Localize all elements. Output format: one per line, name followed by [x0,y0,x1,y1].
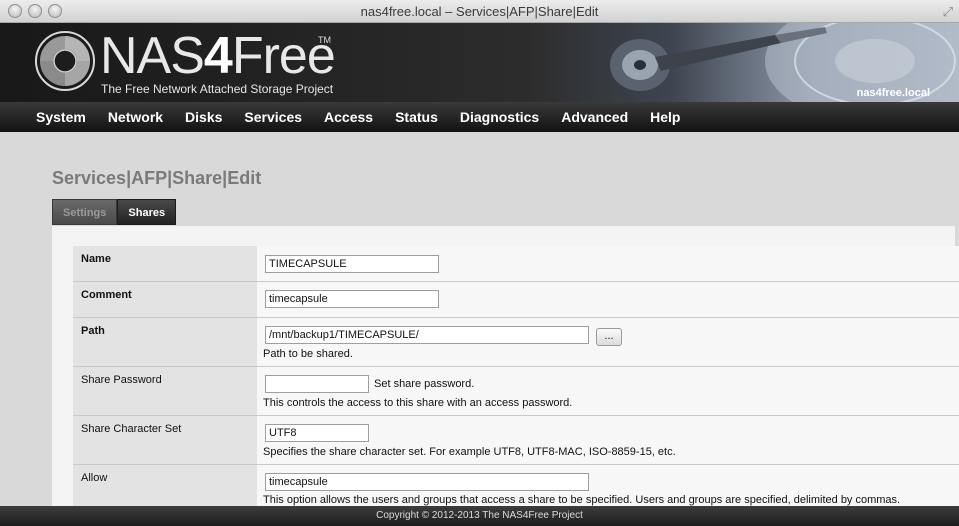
share-password-hint: Set share password. [374,378,475,390]
content-area: Services|AFP|Share|Edit Settings Shares … [0,132,959,506]
allow-label: Allow [73,465,257,506]
nav-disks[interactable]: Disks [185,109,222,125]
hostname-label: nas4free.local [856,87,930,99]
form-row-comment: Comment [73,282,959,318]
form-panel: Name Comment Path ... Path to be shared.… [52,226,959,506]
share-charset-label: Share Character Set [73,416,257,464]
comment-label: Comment [73,282,257,317]
name-input[interactable] [265,255,439,273]
form-row-allow: Allow This option allows the users and g… [73,465,959,506]
logo-trademark: TM [318,35,331,45]
header-banner: NAS4Free TM The Free Network Attached St… [0,23,959,102]
nav-system[interactable]: System [36,109,86,125]
nav-help[interactable]: Help [650,109,680,125]
allow-input[interactable] [265,473,589,491]
tab-bar: Settings Shares [52,199,177,225]
page-title: Services|AFP|Share|Edit [52,168,262,188]
fullscreen-icon[interactable]: ⤢ [943,4,953,20]
window-titlebar: nas4free.local – Services|AFP|Share|Edit… [0,0,959,23]
form-row-path: Path ... Path to be shared. [73,318,959,367]
share-password-input[interactable] [265,375,369,393]
browse-path-button[interactable]: ... [596,328,622,346]
form-row-share-password: Share Password Set share password. This … [73,367,959,416]
path-description: Path to be shared. [263,348,353,360]
tab-settings[interactable]: Settings [52,199,118,225]
comment-input[interactable] [265,290,439,308]
allow-description: This option allows the users and groups … [263,494,901,506]
name-label: Name [73,246,257,281]
footer-copyright: Copyright © 2012-2013 The NAS4Free Proje… [0,506,959,526]
logo-wordmark: NAS4Free [100,27,336,85]
tab-shares[interactable]: Shares [117,199,177,225]
nav-diagnostics[interactable]: Diagnostics [460,109,539,125]
nav-status[interactable]: Status [395,109,438,125]
share-charset-description: Specifies the share character set. For e… [263,446,676,458]
nav-services[interactable]: Services [244,109,302,125]
share-password-description: This controls the access to this share w… [263,397,573,409]
tagline: The Free Network Attached Storage Projec… [101,82,334,96]
path-input[interactable] [265,326,589,344]
form-row-name: Name [73,246,959,282]
nav-advanced[interactable]: Advanced [561,109,628,125]
nav-access[interactable]: Access [324,109,373,125]
main-nav: System Network Disks Services Access Sta… [0,102,959,132]
share-password-label: Share Password [73,367,257,415]
window-title: nas4free.local – Services|AFP|Share|Edit [360,4,599,19]
form-row-share-charset: Share Character Set Specifies the share … [73,416,959,465]
share-charset-input[interactable] [265,424,369,442]
path-label: Path [73,318,257,366]
nas4free-logo-icon [35,31,95,91]
nav-network[interactable]: Network [108,109,163,125]
